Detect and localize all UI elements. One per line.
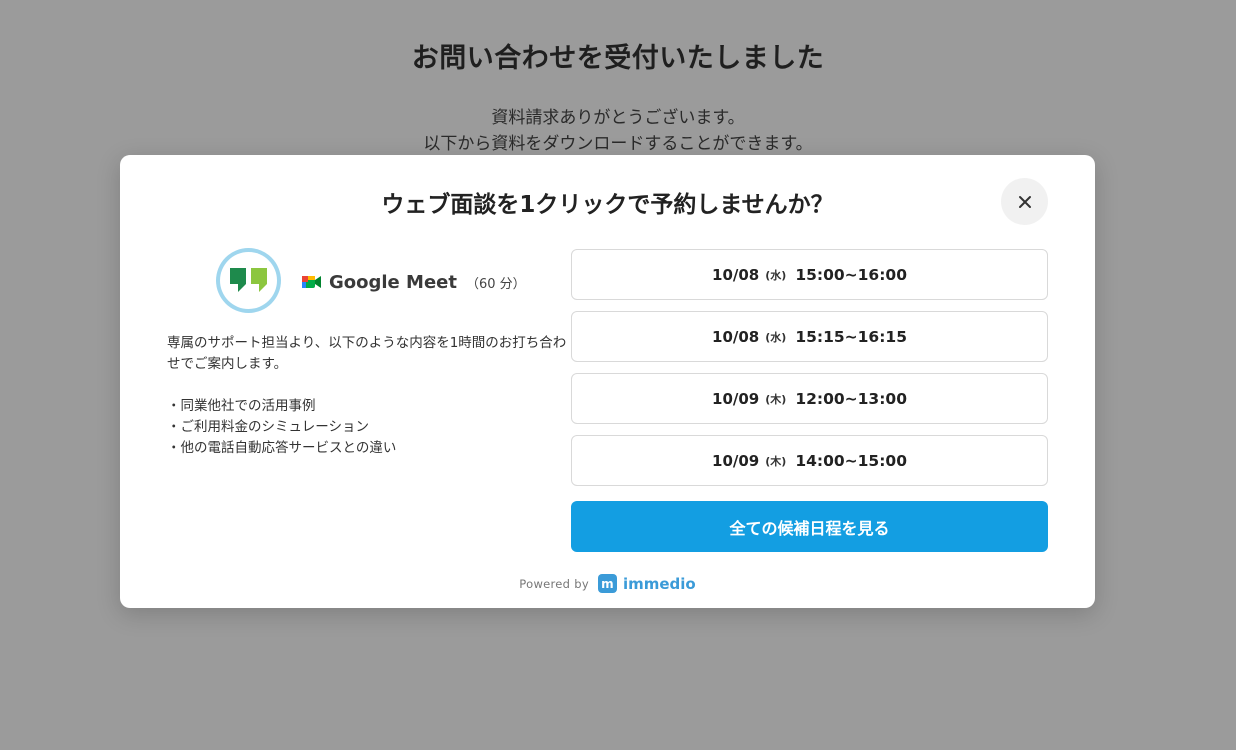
meeting-platform: Google Meet: [329, 271, 457, 293]
slot-time: 14:00~15:00: [795, 451, 907, 470]
close-button[interactable]: [1001, 178, 1048, 225]
slot-day-of-week: (木): [765, 392, 787, 406]
booking-modal: ウェブ面談を1クリックで予約しませんか？ Google Meet （60 分） …: [120, 155, 1095, 608]
slot-day-of-week: (木): [765, 454, 787, 468]
modal-title: ウェブ面談を1クリックで予約しませんか？: [381, 192, 834, 218]
slot-day-of-week: (水): [765, 268, 787, 282]
immedio-logo-icon: m: [597, 574, 617, 593]
google-meet-icon: [302, 276, 321, 288]
brand-name[interactable]: immedio: [623, 575, 696, 593]
powered-by-text: Powered by: [519, 576, 589, 591]
time-slot-button[interactable]: 10/09 (木) 12:00~13:00: [571, 373, 1048, 424]
page-subtitle-line1: 資料請求ありがとうございます。: [491, 108, 745, 128]
host-logo: [216, 248, 281, 313]
topic-item: ・同業他社での活用事例: [167, 398, 316, 414]
time-slot-button[interactable]: 10/08 (水) 15:00~16:00: [571, 249, 1048, 300]
slot-time: 15:15~16:15: [795, 327, 907, 346]
slot-day-of-week: (水): [765, 330, 787, 344]
time-slot-button[interactable]: 10/09 (木) 14:00~15:00: [571, 435, 1048, 486]
slot-time: 12:00~13:00: [795, 389, 907, 408]
view-all-slots-button[interactable]: 全ての候補日程を見る: [571, 501, 1048, 552]
meeting-duration: （60 分）: [465, 276, 526, 292]
slot-date: 10/09: [712, 389, 760, 408]
slot-date: 10/09: [712, 451, 760, 470]
slot-date: 10/08: [712, 327, 760, 346]
page-subtitle-line2: 以下から資料をダウンロードすることができます。: [423, 134, 813, 154]
slot-date: 10/08: [712, 265, 760, 284]
close-icon: [1018, 195, 1031, 208]
meeting-description: 専属のサポート担当より、以下のような内容を1時間のお打ち合わせでご案内します。: [167, 335, 567, 372]
powered-by: Powered by m immedio: [120, 574, 1095, 593]
page-title: お問い合わせを受付いたしました: [411, 43, 825, 74]
topic-item: ・他の電話自動応答サービスとの違い: [167, 440, 397, 456]
slot-time: 15:00~16:00: [795, 265, 907, 284]
meeting-info: Google Meet （60 分）: [302, 269, 526, 295]
slot-list: 10/08 (水) 15:00~16:00 10/08 (水) 15:15~16…: [571, 249, 1048, 497]
host-logo-icon: [229, 267, 267, 292]
time-slot-button[interactable]: 10/08 (水) 15:15~16:15: [571, 311, 1048, 362]
topic-list: ・同業他社での活用事例 ・ご利用料金のシミュレーション ・他の電話自動応答サービ…: [167, 396, 567, 459]
topic-item: ・ご利用料金のシミュレーション: [167, 419, 369, 435]
